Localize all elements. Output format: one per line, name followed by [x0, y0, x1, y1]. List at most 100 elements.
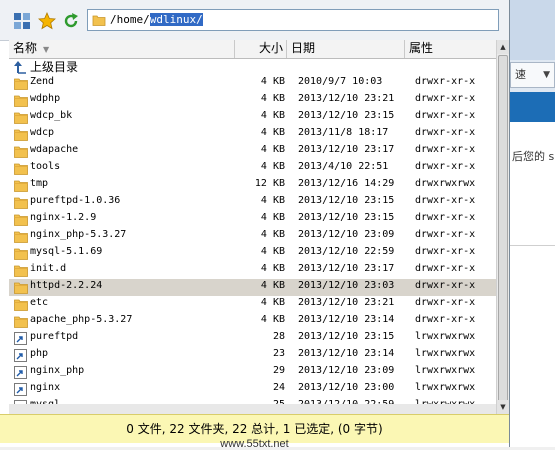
folder-icon: [14, 111, 28, 124]
column-name-label: 名称: [13, 41, 38, 55]
folder-row[interactable]: pureftpd-1.0.36 4 KB 2013/12/10 23:15 drwxr…: [9, 194, 496, 211]
file-name: init.d: [30, 263, 67, 274]
file-browser-window: /home/wdlinux/ 名称 ▼ 大小 日期 属性 上级目录 Zend 4 K…: [0, 0, 510, 450]
folder-icon: [14, 247, 28, 260]
folder-icon: [14, 145, 28, 158]
parent-directory-row[interactable]: 上级目录: [9, 58, 496, 75]
file-size: 12 KB: [254, 178, 285, 189]
symlink-row[interactable]: nginx_php 29 2013/12/10 23:09 lrwxrwxrwx: [9, 364, 496, 381]
address-prefix: /home/: [110, 13, 150, 26]
folder-row[interactable]: nginx-1.2.9 4 KB 2013/12/10 23:15 drwxr-xr-…: [9, 211, 496, 228]
folder-icon: [14, 281, 28, 294]
file-size: 4 KB: [260, 93, 285, 104]
file-date: 2013/4/10 22:51: [298, 161, 389, 172]
file-name: nginx: [30, 382, 61, 393]
file-attributes: drwxr-xr-x: [415, 127, 476, 138]
file-name: pureftpd-1.0.36: [30, 195, 121, 206]
file-attributes: drwxr-xr-x: [415, 144, 476, 155]
file-attributes: lrwxrwxrwx: [415, 382, 476, 393]
horizontal-scrollbar[interactable]: [9, 404, 496, 414]
background-divider: [510, 245, 555, 246]
folder-row[interactable]: apache_php-5.3.27 4 KB 2013/12/10 23:14 drw…: [9, 313, 496, 330]
file-name: wdcp_bk: [30, 110, 73, 121]
file-date: 2013/12/10 23:21: [298, 297, 395, 308]
file-name: Zend: [30, 76, 55, 87]
folder-row[interactable]: wdcp_bk 4 KB 2013/12/10 23:15 drwxr-xr-x: [9, 109, 496, 126]
file-date: 2013/12/10 23:03: [298, 280, 395, 291]
file-name: mysql-5.1.69: [30, 246, 103, 257]
folder-icon: [14, 196, 28, 209]
background-content: 后您的 s: [510, 122, 555, 447]
file-size: 23: [272, 348, 285, 359]
parent-directory-label: 上级目录: [30, 60, 79, 74]
shortcut-icon: [14, 349, 28, 362]
file-size: 24: [272, 382, 285, 393]
shortcut-icon: [14, 366, 28, 379]
file-attributes: lrwxrwxrwx: [415, 365, 476, 376]
file-attributes: drwxr-xr-x: [415, 93, 476, 104]
folder-row[interactable]: tools 4 KB 2013/4/10 22:51 drwxr-xr-x: [9, 160, 496, 177]
file-date: 2013/12/10 23:09: [298, 229, 395, 240]
file-attributes: drwxr-xr-x: [415, 314, 476, 325]
file-date: 2013/12/10 23:15: [298, 195, 395, 206]
folder-row[interactable]: etc 4 KB 2013/12/10 23:21 drwxr-xr-x: [9, 296, 496, 313]
folder-row[interactable]: httpd-2.2.24 4 KB 2013/12/10 23:03 drwxr-xr…: [9, 279, 496, 296]
folder-icon: [14, 230, 28, 243]
file-date: 2013/12/10 23:15: [298, 110, 395, 121]
folder-icon: [14, 94, 28, 107]
file-date: 2013/12/10 23:15: [298, 331, 395, 342]
folder-row[interactable]: init.d 4 KB 2013/12/10 23:17 drwxr-xr-x: [9, 262, 496, 279]
folder-row[interactable]: Zend 4 KB 2010/9/7 10:03 drwxr-xr-x: [9, 75, 496, 92]
folder-icon: [14, 179, 28, 192]
file-date: 2013/12/10 23:21: [298, 93, 395, 104]
star-icon[interactable]: [37, 11, 57, 31]
background-app-topbar: [510, 0, 555, 60]
column-attributes[interactable]: 属性: [405, 40, 496, 58]
view-layout-icon[interactable]: [12, 11, 32, 31]
toolbar: /home/wdlinux/: [0, 0, 509, 41]
folder-icon: [14, 264, 28, 277]
column-name[interactable]: 名称 ▼: [9, 40, 235, 58]
file-size: 4 KB: [260, 246, 285, 257]
file-attributes: lrwxrwxrwx: [415, 348, 476, 359]
file-name: wdcp: [30, 127, 55, 138]
refresh-icon[interactable]: [61, 11, 81, 31]
scroll-thumb[interactable]: [498, 55, 508, 410]
column-date[interactable]: 日期: [287, 40, 405, 58]
folder-row[interactable]: nginx_php-5.3.27 4 KB 2013/12/10 23:09 drwx…: [9, 228, 496, 245]
folder-icon: [92, 13, 106, 30]
file-attributes: drwxr-xr-x: [415, 195, 476, 206]
file-size: 4 KB: [260, 127, 285, 138]
file-attributes: drwxr-xr-x: [415, 297, 476, 308]
file-date: 2013/12/10 23:00: [298, 382, 395, 393]
file-size: 4 KB: [260, 110, 285, 121]
file-size: 29: [272, 365, 285, 376]
file-size: 4 KB: [260, 144, 285, 155]
folder-icon: [14, 162, 28, 175]
background-dropdown[interactable]: 速 ▼: [510, 62, 555, 88]
file-name: etc: [30, 297, 49, 308]
folder-row[interactable]: wdphp 4 KB 2013/12/10 23:21 drwxr-xr-x: [9, 92, 496, 109]
symlink-row[interactable]: nginx 24 2013/12/10 23:00 lrwxrwxrwx: [9, 381, 496, 398]
column-size[interactable]: 大小: [235, 40, 287, 58]
folder-row[interactable]: mysql-5.1.69 4 KB 2013/12/10 22:59 drwxr-xr…: [9, 245, 496, 262]
file-attributes: drwxr-xr-x: [415, 76, 476, 87]
file-date: 2013/12/16 14:29: [298, 178, 395, 189]
file-size: 4 KB: [260, 212, 285, 223]
symlink-row[interactable]: php 23 2013/12/10 23:14 lrwxrwxrwx: [9, 347, 496, 364]
folder-row[interactable]: wdcp 4 KB 2013/11/8 18:17 drwxr-xr-x: [9, 126, 496, 143]
address-path: /home/wdlinux/: [110, 13, 203, 27]
folder-row[interactable]: wdapache 4 KB 2013/12/10 23:17 drwxr-xr-x: [9, 143, 496, 160]
file-attributes: drwxr-xr-x: [415, 246, 476, 257]
vertical-scrollbar[interactable]: ▲ ▼: [496, 40, 509, 414]
folder-row[interactable]: tmp 12 KB 2013/12/16 14:29 drwxrwxrwx: [9, 177, 496, 194]
address-bar[interactable]: /home/wdlinux/: [87, 9, 499, 31]
scroll-down-arrow-icon[interactable]: ▼: [497, 400, 509, 414]
address-selected: wdlinux/: [149, 13, 203, 26]
file-size: 4 KB: [260, 297, 285, 308]
symlink-row[interactable]: pureftpd 28 2013/12/10 23:15 lrwxrwxrwx: [9, 330, 496, 347]
file-attributes: drwxr-xr-x: [415, 229, 476, 240]
scroll-up-arrow-icon[interactable]: ▲: [497, 40, 509, 54]
file-date: 2013/12/10 23:15: [298, 212, 395, 223]
chevron-down-icon: ▼: [543, 70, 550, 80]
